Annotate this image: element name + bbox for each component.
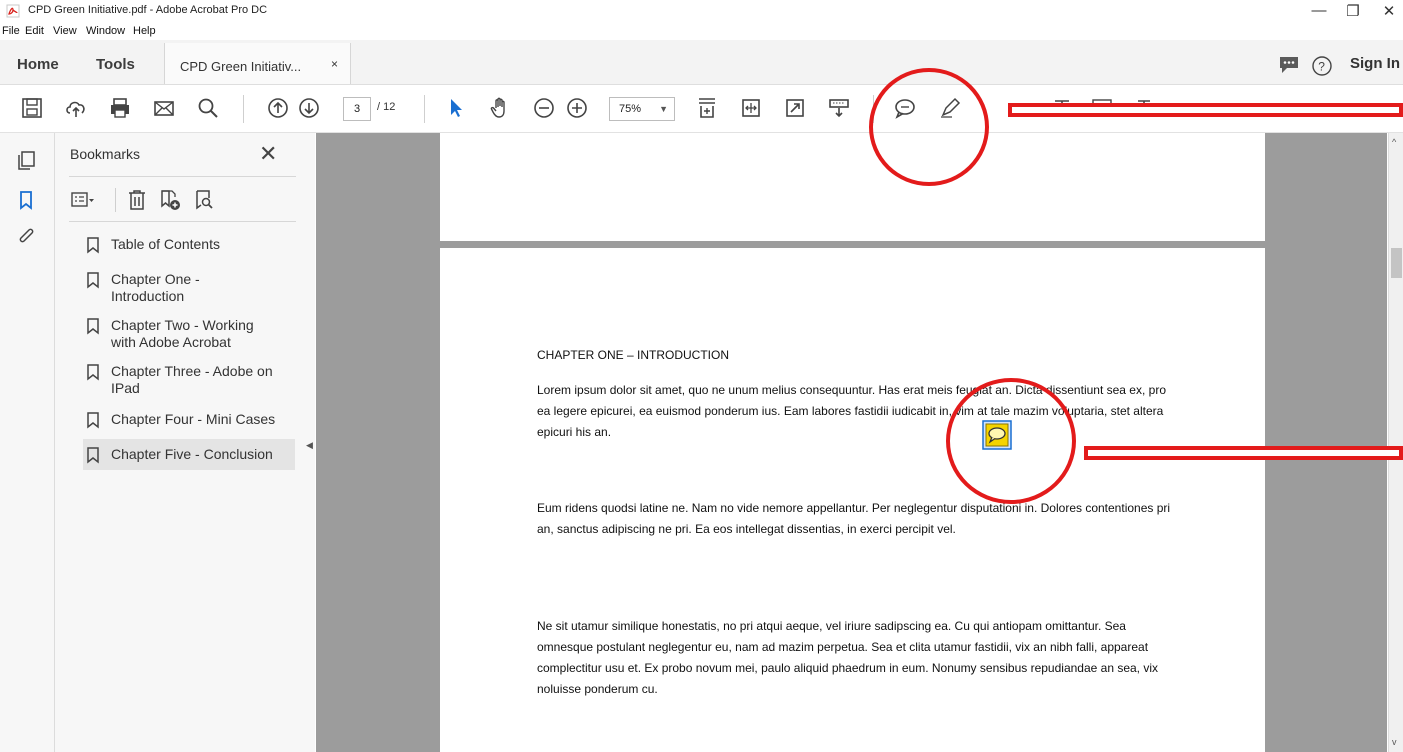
bookmark-icon [87, 364, 99, 381]
zoom-in-icon[interactable] [565, 96, 589, 120]
scroll-thumb[interactable] [1391, 248, 1402, 278]
toolbar-separator [424, 95, 425, 123]
vertical-scrollbar[interactable]: ^ v [1388, 133, 1403, 752]
new-bookmark-icon[interactable] [158, 188, 182, 212]
divider [69, 176, 296, 177]
save-icon[interactable] [20, 96, 44, 120]
acrobat-app-icon [6, 4, 20, 18]
bookmark-label: Chapter Two - Working with Adobe Acrobat [111, 317, 254, 350]
bookmark-icon [87, 447, 99, 464]
scroll-up-arrow[interactable]: ^ [1392, 137, 1396, 147]
bookmark-item-chapter-two[interactable]: Chapter Two - Working with Adobe Acrobat [85, 317, 295, 353]
attachments-icon[interactable] [15, 226, 37, 248]
fit-width-icon[interactable] [739, 96, 763, 120]
help-icon[interactable]: ? [1311, 55, 1333, 77]
close-window-button[interactable]: ✕ [1372, 2, 1403, 20]
bookmarks-panel-icon[interactable] [15, 189, 37, 211]
bookmark-search-icon[interactable] [192, 188, 216, 212]
page-thumbnails-icon[interactable] [15, 149, 37, 171]
bookmark-item-table-of-contents[interactable]: Table of Contents [85, 236, 295, 256]
fit-page-icon[interactable] [695, 96, 719, 120]
bookmark-label: Table of Contents [111, 236, 220, 252]
bookmark-label: Chapter One - Introduction [111, 271, 200, 304]
delete-bookmark-icon[interactable] [125, 188, 149, 212]
paragraph-2: Eum ridens quodsi latine ne. Nam no vide… [537, 501, 1171, 536]
chevron-down-icon: ▼ [659, 104, 668, 114]
toolbar-separator [115, 188, 116, 212]
annotation-circle-toolbar [869, 68, 989, 186]
pdf-page-previous [440, 133, 1265, 241]
next-page-icon[interactable] [297, 96, 321, 120]
close-tab-icon[interactable]: × [331, 57, 338, 71]
bookmarks-panel: Bookmarks ✕ Table of Contents Chapter On… [55, 133, 315, 752]
full-screen-icon[interactable] [783, 96, 807, 120]
paragraph-3: Ne sit utamur similique honestatis, no p… [537, 619, 1159, 696]
chapter-heading: CHAPTER ONE – INTRODUCTION [537, 348, 730, 362]
document-viewer[interactable]: CHAPTER ONE – INTRODUCTION Lorem ipsum d… [316, 133, 1387, 752]
menu-window[interactable]: Window [86, 25, 125, 37]
svg-text:?: ? [1318, 60, 1325, 74]
divider [69, 221, 296, 222]
bookmark-item-chapter-three[interactable]: Chapter Three - Adobe on IPad [85, 363, 295, 399]
scroll-mode-icon[interactable] [827, 96, 851, 120]
document-tab-label: CPD Green Initiativ... [180, 59, 302, 74]
bookmark-label: Chapter Four - Mini Cases [111, 411, 276, 427]
tab-tools[interactable]: Tools [96, 56, 135, 73]
tab-home[interactable]: Home [17, 56, 59, 73]
menu-help[interactable]: Help [133, 25, 156, 37]
bookmark-item-chapter-five[interactable]: Chapter Five - Conclusion [83, 439, 295, 470]
zoom-select[interactable]: 75% ▼ [609, 97, 675, 121]
comment-panel-icon[interactable] [1278, 55, 1300, 75]
hand-tool-icon[interactable] [488, 96, 512, 120]
annotation-circle-note [946, 378, 1076, 504]
search-icon[interactable] [196, 96, 220, 120]
minimize-button[interactable]: — [1302, 2, 1336, 19]
window-title: CPD Green Initiative.pdf - Adobe Acrobat… [28, 4, 268, 16]
menu-file[interactable]: File [2, 25, 20, 37]
zoom-out-icon[interactable] [532, 96, 556, 120]
zoom-value: 75% [619, 103, 642, 115]
navigation-pane-strip [0, 133, 55, 752]
close-panel-icon[interactable]: ✕ [259, 141, 277, 167]
bookmark-label: Chapter Five - Conclusion [111, 446, 273, 462]
bookmark-item-chapter-four[interactable]: Chapter Four - Mini Cases [85, 411, 295, 431]
pdf-page-current: CHAPTER ONE – INTRODUCTION Lorem ipsum d… [440, 248, 1265, 752]
bookmark-icon [87, 272, 99, 289]
scroll-down-arrow[interactable]: v [1392, 737, 1397, 747]
sign-in-link[interactable]: Sign In [1350, 55, 1400, 72]
bookmark-options-icon[interactable] [70, 188, 94, 212]
bookmark-label: Chapter Three - Adobe on IPad [111, 363, 273, 396]
menu-bar: File Edit View Window Help [0, 22, 1403, 40]
select-tool-icon[interactable] [444, 96, 468, 120]
restore-button[interactable]: ❐ [1336, 2, 1370, 20]
print-icon[interactable] [108, 96, 132, 120]
previous-page-icon[interactable] [266, 96, 290, 120]
panel-collapse-handle[interactable]: ◀ [306, 440, 313, 451]
bookmark-icon [87, 318, 99, 335]
upload-cloud-icon[interactable] [64, 96, 88, 120]
title-bar: CPD Green Initiative.pdf - Adobe Acrobat… [0, 0, 1403, 22]
bookmark-icon [87, 412, 99, 429]
tab-document[interactable]: CPD Green Initiativ... × [164, 43, 351, 84]
annotation-callout-toolbar [1008, 103, 1403, 117]
bookmark-item-chapter-one[interactable]: Chapter One - Introduction [85, 271, 295, 307]
paragraph-1: Lorem ipsum dolor sit amet, quo ne unum … [537, 383, 1166, 439]
annotation-callout-note [1084, 446, 1403, 460]
bookmarks-title: Bookmarks [70, 146, 141, 162]
bookmark-icon [87, 237, 99, 254]
email-icon[interactable] [152, 96, 176, 120]
menu-edit[interactable]: Edit [25, 25, 44, 37]
page-number-input[interactable]: 3 [343, 97, 371, 121]
menu-view[interactable]: View [53, 25, 77, 37]
toolbar-separator [243, 95, 244, 123]
page-total: / 12 [377, 101, 396, 113]
